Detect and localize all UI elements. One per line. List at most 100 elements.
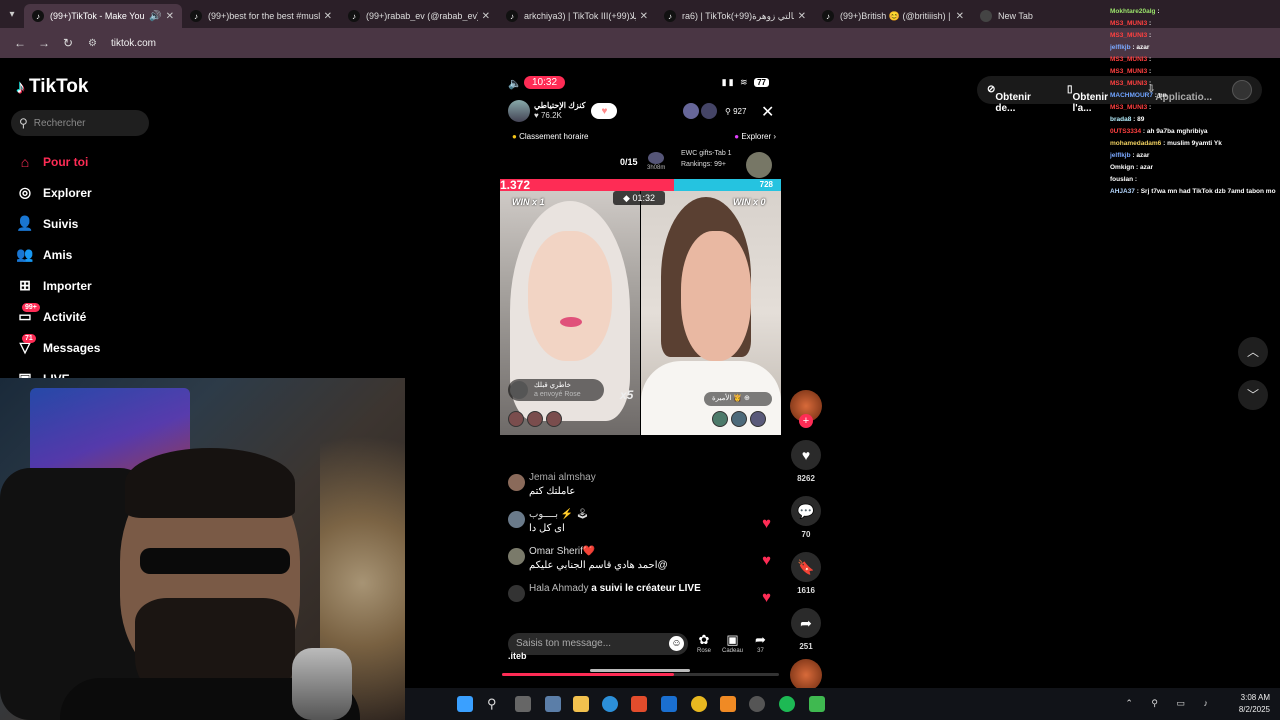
tab-6[interactable]: ♪ (99+)British 😊 (@britiiish) | Ti ✕ <box>814 4 972 28</box>
tab-5[interactable]: ♪ ra6) | TikTokخالتي زوهرة(99+) ✕ <box>656 4 814 28</box>
search-input[interactable]: ⚲ Rechercher <box>11 110 149 136</box>
close-tab-icon[interactable]: ✕ <box>166 11 174 22</box>
emoji-icon[interactable]: ☺ <box>669 636 684 651</box>
follower-name: Hala Ahmady <box>529 583 589 594</box>
opponent-tag[interactable]: الأميرة 👸 ⊕ <box>704 392 772 406</box>
supporter-avatar[interactable] <box>750 411 766 427</box>
live-progress-bar[interactable] <box>502 673 779 676</box>
supporter-avatar[interactable] <box>731 411 747 427</box>
ewc-avatar[interactable] <box>746 152 772 178</box>
supporter-avatar[interactable] <box>527 411 543 427</box>
obs-icon[interactable] <box>749 696 765 712</box>
save-button[interactable]: 🔖 1616 <box>790 552 822 595</box>
sidebar-item-suivis[interactable]: 👤 Suivis <box>16 208 196 239</box>
sidebar-item-importer[interactable]: ⊞ Importer <box>16 270 196 301</box>
viewer-list[interactable]: ⚲ 927 <box>683 103 746 119</box>
sidebar-item-messages[interactable]: ▽ 71 Messages <box>16 332 196 363</box>
chat-message: : azar <box>1130 44 1150 51</box>
commenter-avatar[interactable] <box>508 511 525 528</box>
share-rail-button[interactable]: ➦ 251 <box>790 608 822 651</box>
search-taskbar-icon[interactable]: ⚲ <box>487 696 503 712</box>
task-view-icon[interactable] <box>515 696 531 712</box>
system-tray-icons[interactable]: ⌃ ⚲ ▭ ♪ <box>1125 698 1216 709</box>
like-button[interactable]: ♥ 8262 <box>790 440 822 483</box>
get-coins-button[interactable]: ⊘ Obtenir de... <box>987 84 1031 114</box>
chevron-up-icon: ︿ <box>1246 345 1259 359</box>
speaker-icon[interactable]: 🔊 <box>149 11 161 22</box>
viewer-avatar[interactable] <box>683 103 699 119</box>
like-heart-icon[interactable]: ♥ <box>762 515 771 532</box>
sunglasses <box>140 548 290 574</box>
host-info[interactable]: كنزك الإحتياطي ♥ 76.2K ♥ <box>508 100 618 122</box>
explore-link[interactable]: ● Explorer › <box>734 132 776 141</box>
like-heart-icon[interactable]: ♥ <box>762 589 771 606</box>
supporter-avatar[interactable] <box>508 411 524 427</box>
viewer-avatar[interactable] <box>701 103 717 119</box>
like-heart-icon[interactable]: ♥ <box>762 552 771 569</box>
close-live-icon[interactable]: ✕ <box>761 102 774 122</box>
gifter-avatar <box>510 381 528 399</box>
gift-button[interactable]: ▣ Cadeau <box>722 632 743 654</box>
close-tab-icon[interactable]: ✕ <box>640 11 648 22</box>
rose-button[interactable]: ✿ Rose <box>697 632 711 654</box>
comment-item[interactable]: بــــوب ⚡ 🕹 اى كل دا ♥ <box>508 509 773 534</box>
file-explorer-icon[interactable] <box>573 696 589 712</box>
chrome-icon[interactable] <box>691 696 707 712</box>
sidebar-item-activite[interactable]: ▭ 99+ Activité <box>16 301 196 332</box>
tab-tiktok-foryou[interactable]: ♪ (99+)TikTok - Make Your Da 🔊 ✕ <box>24 4 182 28</box>
forward-arrow-icon[interactable]: → <box>32 36 56 50</box>
share-count: 37 <box>757 648 764 654</box>
creator-avatar[interactable]: + <box>790 390 822 428</box>
site-info-icon[interactable]: ⚙ <box>88 38 97 49</box>
follow-plus-icon[interactable]: + <box>799 414 813 428</box>
supporter-avatar[interactable] <box>712 411 728 427</box>
tab-search-icon[interactable]: ▾ <box>0 0 24 28</box>
host-avatar[interactable] <box>508 100 530 122</box>
close-tab-icon[interactable]: ✕ <box>956 11 964 22</box>
close-tab-icon[interactable]: ✕ <box>324 11 332 22</box>
taskbar-clock[interactable]: 3:08 AM 8/2/2025 <box>1239 692 1270 716</box>
back-arrow-icon[interactable]: ← <box>8 36 32 50</box>
tiktok-logo[interactable]: ♪ TikTok <box>16 76 88 98</box>
streaming-app-icon[interactable] <box>809 696 825 712</box>
sidebar-item-amis[interactable]: 👥 Amis <box>16 239 196 270</box>
chat-message: : nn <box>1152 92 1167 99</box>
url-text[interactable]: tiktok.com <box>111 38 156 49</box>
share-button[interactable]: ➦ 37 <box>755 632 766 654</box>
chat-username: fouslan <box>1110 176 1134 183</box>
commenter-avatar[interactable] <box>508 548 525 565</box>
volume-icon[interactable]: 🔈 <box>508 77 522 90</box>
gift-icon: ▣ <box>726 632 739 647</box>
music-disc-avatar[interactable] <box>790 659 822 691</box>
close-tab-icon[interactable]: ✕ <box>798 11 806 22</box>
sidebar-item-explorer[interactable]: ◎ Explorer <box>16 177 196 208</box>
follow-host-button[interactable]: ♥ <box>591 103 618 119</box>
ewc-rankings[interactable]: EWC gifts-Tab 1 Rankings: 99+ <box>681 148 732 170</box>
office-icon[interactable] <box>631 696 647 712</box>
scrollbar-thumb[interactable] <box>590 669 690 672</box>
tab-new-tab[interactable]: New Tab <box>972 4 1130 28</box>
tab-4[interactable]: ♪ arkchiya3) | TikTok IIIستيلا(99+) ✕ <box>498 4 656 28</box>
supporter-avatar[interactable] <box>546 411 562 427</box>
vlc-icon[interactable] <box>720 696 736 712</box>
comment-item[interactable]: Jemai almshay عاملتك كتم <box>508 472 773 497</box>
close-tab-icon[interactable]: ✕ <box>482 11 490 22</box>
sidebar-item-pour-toi[interactable]: ⌂ Pour toi <box>16 146 196 177</box>
edge-icon[interactable] <box>602 696 618 712</box>
spotify-icon[interactable] <box>779 696 795 712</box>
hourly-ranking-link[interactable]: ● Classement horaire <box>512 132 588 141</box>
chat-line: AHJA37 : Srj t7wa mn had TikTok dzb 7amd… <box>1110 186 1280 198</box>
reload-icon[interactable]: ↻ <box>56 36 80 50</box>
settings-icon[interactable] <box>545 696 561 712</box>
commenter-avatar[interactable] <box>508 474 525 491</box>
tab-3[interactable]: ♪ (99+)rabab_ev (@rabab_ev) | Ti ✕ <box>340 4 498 28</box>
message-input[interactable]: Saisis ton message... ☺ <box>508 633 688 655</box>
tab-2[interactable]: ♪ (99+)best for the best #muslim ✕ <box>182 4 340 28</box>
comment-button[interactable]: 💬 70 <box>790 496 822 539</box>
get-app-button[interactable]: ▯ Obtenir l'a... <box>1067 84 1108 114</box>
next-video-button[interactable]: ﹀ <box>1238 380 1268 410</box>
previous-video-button[interactable]: ︿ <box>1238 337 1268 367</box>
windows-start-icon[interactable] <box>457 696 473 712</box>
outlook-icon[interactable] <box>661 696 677 712</box>
comment-item[interactable]: Omar Sherif❤️ احمد هادي قاسم الجنابي علي… <box>508 546 773 571</box>
